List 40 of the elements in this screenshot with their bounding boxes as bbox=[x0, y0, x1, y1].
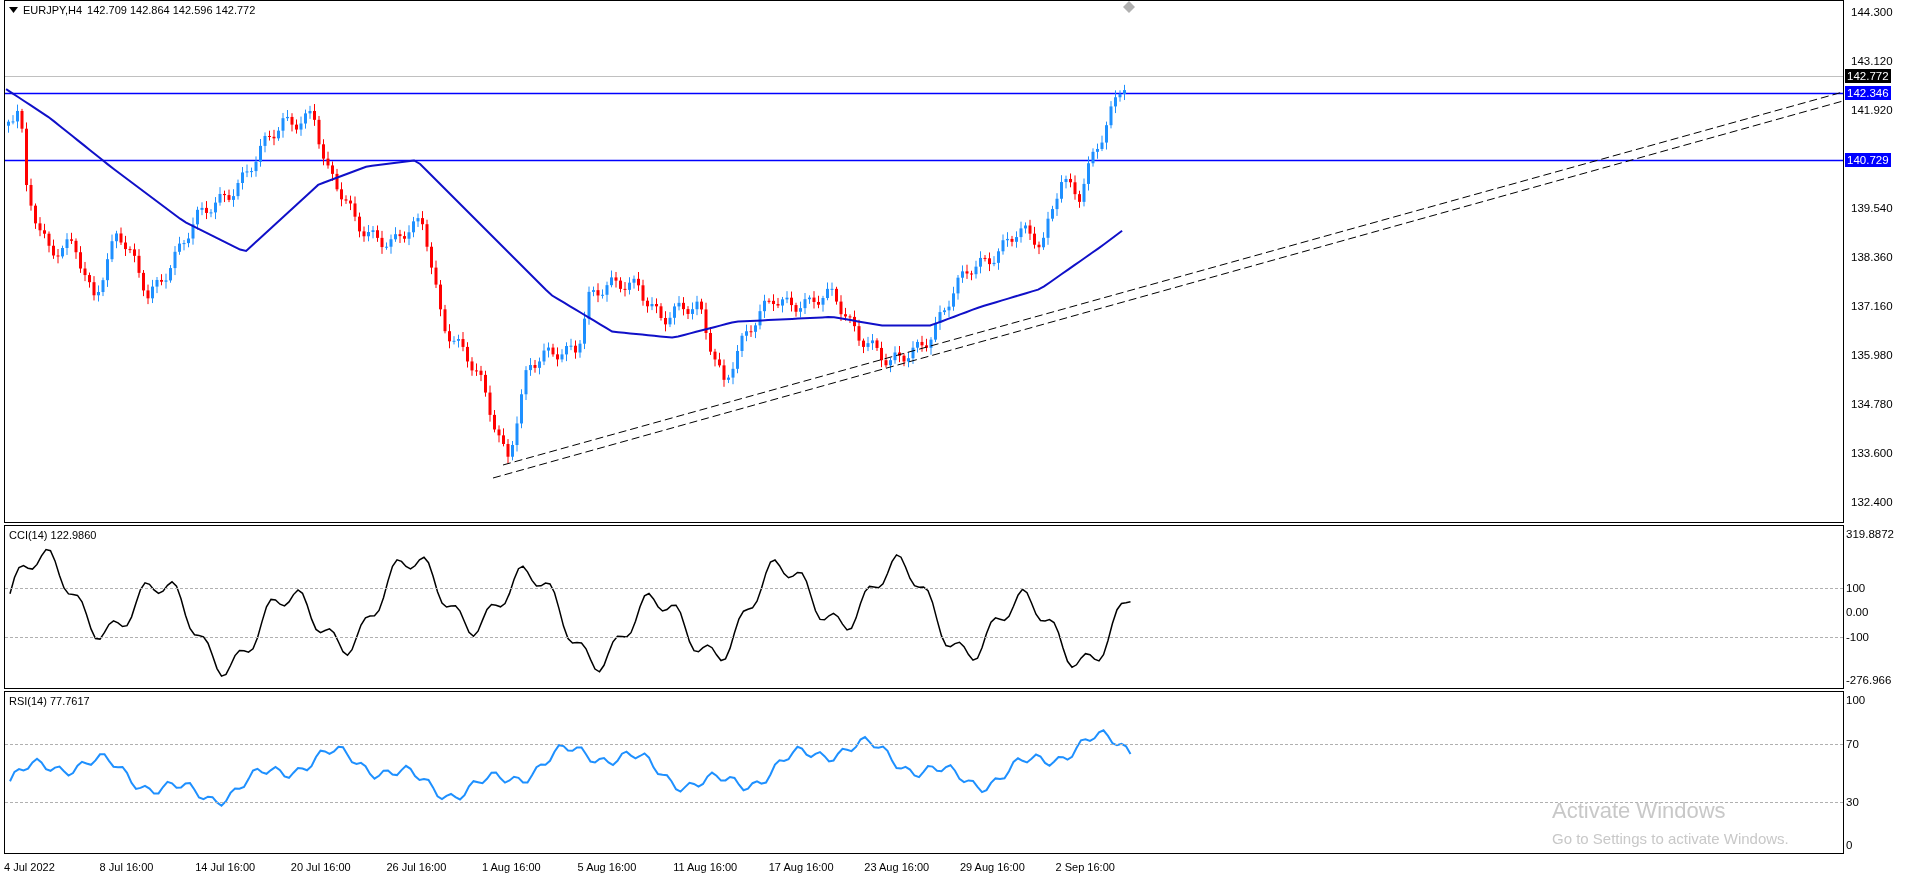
shift-marker-icon bbox=[1123, 1, 1135, 13]
indicator-tick-label: 0 bbox=[1845, 837, 1853, 852]
indicator-tick-label: 100 bbox=[1845, 692, 1866, 707]
price-tick-label: 139.540 bbox=[1850, 201, 1893, 215]
indicator-label: CCI(14) 122.9860 bbox=[9, 529, 97, 541]
time-axis-label: 23 Aug 16:00 bbox=[864, 861, 931, 873]
price-tick-label: 141.920 bbox=[1850, 103, 1893, 117]
indicator-tick-label: 30 bbox=[1845, 794, 1859, 809]
price-tag: 142.772 bbox=[1845, 68, 1891, 83]
price-tick-label: 144.300 bbox=[1850, 5, 1893, 19]
indicator-tick-label: 0.00 bbox=[1845, 604, 1869, 619]
indicator-tick-label: 70 bbox=[1845, 736, 1859, 751]
price-tick-label: 133.600 bbox=[1850, 445, 1893, 460]
indicator-label: RSI(14) 77.7617 bbox=[9, 695, 90, 707]
indicator-tick-label: -276.966 bbox=[1845, 672, 1892, 687]
price-tick-label: 138.360 bbox=[1850, 249, 1893, 264]
price-tag: 142.346 bbox=[1845, 85, 1891, 100]
time-axis-label: 14 Jul 16:00 bbox=[195, 861, 257, 873]
dropdown-icon[interactable] bbox=[9, 7, 18, 13]
price-tick-label: 134.780 bbox=[1850, 397, 1893, 411]
price-tick-label: 132.400 bbox=[1850, 495, 1893, 509]
time-axis-label: 26 Jul 16:00 bbox=[386, 861, 448, 873]
symbol-label: EURJPY,H4 bbox=[23, 4, 83, 16]
price-tick-label: 135.980 bbox=[1850, 347, 1893, 362]
price-tick-label: 143.120 bbox=[1850, 53, 1893, 68]
ohlc-values: 142.709 142.864 142.596 142.772 bbox=[87, 4, 256, 16]
time-axis-label: 5 Aug 16:00 bbox=[577, 861, 638, 873]
time-axis-label: 8 Jul 16:00 bbox=[99, 861, 155, 873]
time-axis-label: 29 Aug 16:00 bbox=[959, 861, 1026, 873]
time-axis-label: 2 Sep 16:00 bbox=[1055, 861, 1116, 873]
indicator-tick-label: -100 bbox=[1845, 629, 1870, 644]
indicator-tick-label: 100 bbox=[1845, 580, 1866, 595]
price-tag: 140.729 bbox=[1845, 152, 1891, 167]
time-axis-label: 17 Aug 16:00 bbox=[768, 861, 835, 873]
time-axis-label: 20 Jul 16:00 bbox=[290, 861, 352, 873]
time-axis-label: 1 Aug 16:00 bbox=[481, 861, 542, 873]
indicator-tick-label: 319.8872 bbox=[1845, 526, 1894, 541]
time-axis-label: 4 Jul 2022 bbox=[4, 861, 56, 873]
time-axis-label: 11 Aug 16:00 bbox=[673, 861, 739, 873]
price-tick-label: 137.160 bbox=[1850, 299, 1893, 313]
